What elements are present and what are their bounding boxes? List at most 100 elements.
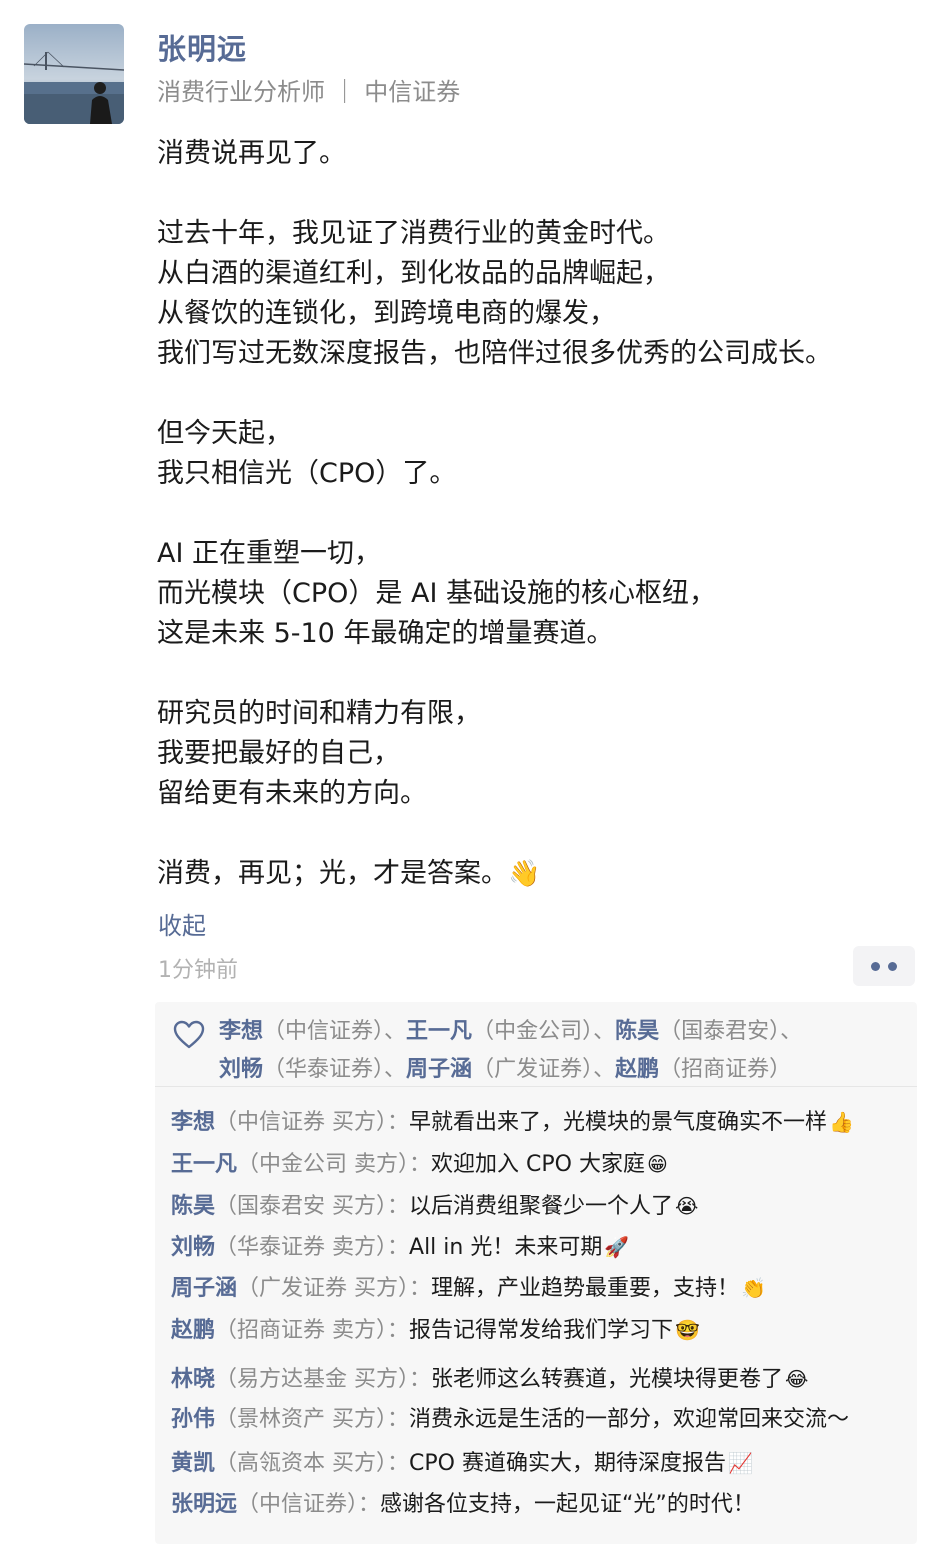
comment-text: 理解，产业趋势最重要，支持！ [431,1276,740,1301]
author-name[interactable]: 张明远 [157,26,247,68]
commenter-name[interactable]: 陈昊 [171,1194,215,1219]
liker-name[interactable]: 王一凡 [406,1019,472,1044]
liker-name[interactable]: 赵鹏 [615,1057,659,1082]
post-paragraph: 研究员的时间和精力有限， 我要把最好的自己， 留给更有未来的方向。 [157,694,897,814]
commenter-name[interactable]: 孙伟 [171,1407,215,1432]
comment-text: 感谢各位支持，一起见证“光”的时代！ [380,1492,755,1517]
separator: 、 [593,1019,616,1044]
laughing-tears-icon: 😂 [785,1367,809,1391]
post-paragraph: AI 正在重塑一切， 而光模块（CPO）是 AI 基础设施的核心枢纽， 这是未来… [157,534,897,654]
commenter-name[interactable]: 周子涵 [171,1276,237,1301]
commenter-org: （广发证券 买方）： [237,1276,432,1301]
clapping-hands-icon: 👏 [741,1276,766,1300]
post-line: 但今天起， [157,418,292,449]
likes-line: 刘畅（华泰证券）、周子涵（广发证券）、赵鹏（招商证券） [219,1052,791,1088]
post-line: 从白酒的渠道红利，到化妆品的品牌崛起， [157,258,670,289]
commenter-org: （易方达基金 买方）： [215,1367,432,1392]
liker-name[interactable]: 刘畅 [219,1057,263,1082]
separator: 、 [780,1019,803,1044]
more-dots-icon [888,961,897,971]
comment-item[interactable]: 赵鹏（招商证券 卖方）：报告记得常发给我们学习下 🤓 [171,1314,700,1347]
liker-name[interactable]: 陈昊 [615,1019,659,1044]
grin-icon: 😁 [646,1152,668,1176]
avatar-photo [24,24,124,124]
separator: 、 [384,1057,407,1082]
liker-org: （中信证券） [263,1019,385,1044]
commenter-org: （中信证券 买方）： [215,1110,410,1135]
liker-name[interactable]: 周子涵 [406,1057,472,1082]
commenter-org: （国泰君安 买方）： [215,1194,410,1219]
comment-item[interactable]: 周子涵（广发证券 买方）：理解，产业趋势最重要，支持！ 👏 [171,1272,766,1305]
more-actions-button[interactable] [853,946,915,986]
post-timestamp: 1分钟前 [158,958,238,983]
comment-text: 张老师这么转赛道，光模块得更卷了 [431,1367,784,1392]
post-line: 消费说再见了。 [157,138,346,169]
comment-item[interactable]: 王一凡（中金公司 卖方）：欢迎加入 CPO 大家庭 😁 [171,1148,668,1181]
commenter-org: （招商证券 卖方）： [215,1318,410,1343]
comment-text: 报告记得常发给我们学习下 [409,1318,674,1343]
liker-org: （中金公司） [472,1019,594,1044]
liker-name[interactable]: 李想 [219,1019,263,1044]
comment-text: CPO 赛道确实大，期待深度报告 [409,1451,726,1476]
thumbs-up-icon: 👍 [829,1110,854,1134]
more-dots-icon [871,961,880,971]
comment-item[interactable]: 陈昊（国泰君安 买方）：以后消费组聚餐少一个人了 😭 [171,1190,698,1223]
heart-outline-icon [173,1020,205,1049]
commenter-name[interactable]: 张明远 [171,1492,237,1517]
post-line: AI 正在重塑一切， [157,538,382,569]
separator: 、 [384,1019,407,1044]
commenter-name[interactable]: 赵鹏 [171,1318,215,1343]
crying-face-icon: 😭 [675,1194,699,1218]
post-line: 而光模块（CPO）是 AI 基础设施的核心枢纽， [157,578,716,609]
commenter-org: （华泰证券 卖方）： [215,1235,410,1260]
waving-hand-icon: 👋 [508,859,541,889]
interaction-panel: 李想（中信证券）、王一凡（中金公司）、陈昊（国泰君安）、 刘畅（华泰证券）、周子… [155,1002,917,1544]
post-paragraph: 消费说再见了。 [157,134,897,174]
comment-item[interactable]: 李想（中信证券 买方）：早就看出来了，光模块的景气度确实不一样 👍 [171,1106,854,1139]
liker-org: （国泰君安） [659,1019,781,1044]
commenter-org: （中信证券）： [237,1492,381,1517]
separator: 、 [593,1057,616,1082]
post-line: 我要把最好的自己， [157,738,400,769]
commenter-name[interactable]: 刘畅 [171,1235,215,1260]
post-line: 过去十年，我见证了消费行业的黄金时代。 [157,218,670,249]
post-line: 研究员的时间和精力有限， [157,698,481,729]
comment-item[interactable]: 林晓（易方达基金 买方）：张老师这么转赛道，光模块得更卷了 😂 [171,1363,808,1396]
post-line: 我只相信光（CPO）了。 [157,458,457,489]
post-closing-line: 消费，再见；光，才是答案。 [157,858,508,889]
liker-org: （广发证券） [472,1057,594,1082]
post-body: 消费说再见了。 过去十年，我见证了消费行业的黄金时代。 从白酒的渠道红利，到化妆… [157,134,897,894]
comment-text: 早就看出来了，光模块的景气度确实不一样 [409,1110,828,1135]
post-paragraph: 消费，再见；光，才是答案。👋 [157,854,897,894]
collapse-link[interactable]: 收起 [158,906,206,941]
comment-item[interactable]: 张明远（中信证券）：感谢各位支持，一起见证“光”的时代！ [171,1489,755,1521]
chart-up-icon: 📈 [727,1451,753,1475]
comment-text: All in 光！未来可期 [409,1235,603,1260]
post-paragraph: 但今天起， 我只相信光（CPO）了。 [157,414,897,494]
rocket-icon: 🚀 [604,1235,630,1259]
post-line: 留给更有未来的方向。 [157,778,427,809]
commenter-org: （景林资产 买方）： [215,1407,410,1432]
commenter-name[interactable]: 王一凡 [171,1152,237,1177]
author-title: 消费行业分析师 ｜ 中信证券 [157,78,461,106]
comment-text: 消费永远是生活的一部分，欢迎常回来交流～ [409,1407,850,1432]
comment-item[interactable]: 黄凯（高瓴资本 买方）：CPO 赛道确实大，期待深度报告 📈 [171,1447,753,1480]
commenter-name[interactable]: 李想 [171,1110,215,1135]
comment-text: 以后消费组聚餐少一个人了 [409,1194,674,1219]
comment-item[interactable]: 孙伟（景林资产 买方）：消费永远是生活的一部分，欢迎常回来交流～ [171,1404,849,1436]
likes-row: 李想（中信证券）、王一凡（中金公司）、陈昊（国泰君安）、 刘畅（华泰证券）、周子… [155,1002,917,1087]
nerd-face-icon: 🤓 [675,1318,700,1342]
commenter-name[interactable]: 黄凯 [171,1451,215,1476]
likes-line: 李想（中信证券）、王一凡（中金公司）、陈昊（国泰君安）、 [219,1014,802,1050]
post-line: 我们写过无数深度报告，也陪伴过很多优秀的公司成长。 [157,338,832,369]
comment-text: 欢迎加入 CPO 大家庭 [431,1152,645,1177]
avatar[interactable] [24,24,124,124]
liker-org: （华泰证券） [263,1057,385,1082]
comment-item[interactable]: 刘畅（华泰证券 卖方）：All in 光！未来可期 🚀 [171,1231,629,1264]
post-line: 从餐饮的连锁化，到跨境电商的爆发， [157,298,616,329]
post-line: 这是未来 5-10 年最确定的增量赛道。 [157,618,614,649]
commenter-name[interactable]: 林晓 [171,1367,215,1392]
liker-org: （招商证券） [659,1057,792,1082]
commenter-org: （高瓴资本 买方）： [215,1451,410,1476]
post-paragraph: 过去十年，我见证了消费行业的黄金时代。 从白酒的渠道红利，到化妆品的品牌崛起， … [157,214,897,374]
